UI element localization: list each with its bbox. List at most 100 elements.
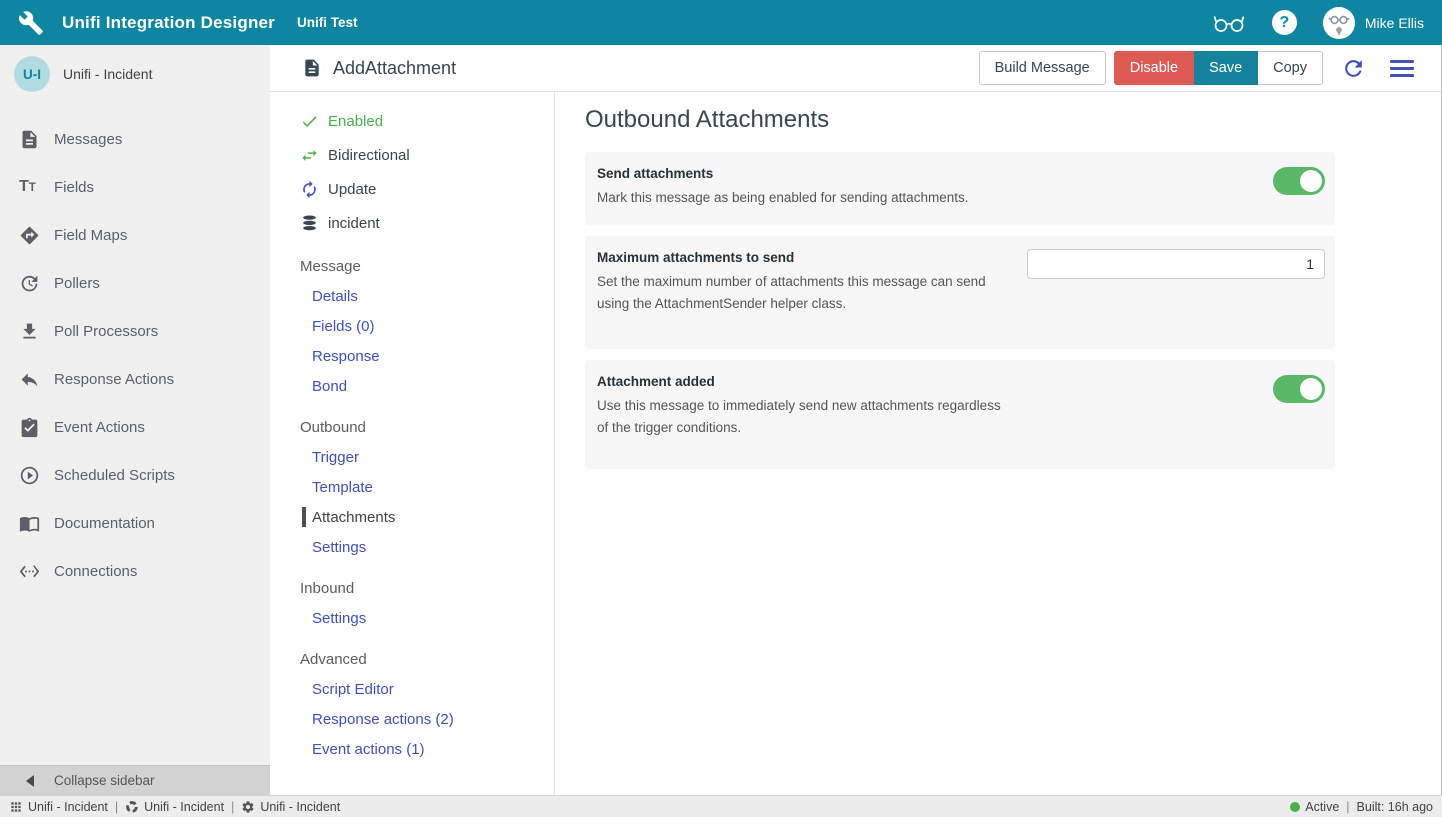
refresh-icon[interactable] (1341, 56, 1366, 81)
statusbar-app-integration[interactable]: Unifi - Incident (125, 800, 224, 814)
sidebar-item-connections[interactable]: Connections (0, 547, 270, 595)
subnav-link-trigger[interactable]: Trigger (270, 442, 554, 472)
disable-button[interactable]: Disable (1114, 51, 1194, 85)
sidebar-item-pollers[interactable]: Pollers (0, 259, 270, 307)
subnav-link-details[interactable]: Details (270, 281, 554, 311)
sidebar-item-label: Messages (54, 131, 122, 148)
subnav-link-inbound-settings[interactable]: Settings (270, 603, 554, 633)
message-subnav: Enabled Bidirectional Update incident Me… (270, 92, 555, 795)
subnav-section-inbound: Inbound (270, 573, 554, 603)
open-book-icon (19, 513, 40, 534)
check-icon (300, 112, 319, 131)
database-icon (300, 214, 319, 233)
setting-label: Send attachments (597, 166, 1319, 181)
download-icon (19, 321, 40, 342)
sidebar: U-I Unifi - Incident Messages TT Fields … (0, 45, 270, 795)
main-content: Outbound Attachments Send attachments Ma… (555, 92, 1442, 795)
sidebar-item-label: Connections (54, 563, 137, 580)
sidebar-menu: Messages TT Fields Field Maps Pollers Po… (0, 115, 270, 595)
collapse-sidebar-label: Collapse sidebar (54, 773, 155, 788)
build-message-button[interactable]: Build Message (979, 51, 1106, 85)
built-label: Built: 16h ago (1357, 800, 1433, 814)
subnav-link-event-actions[interactable]: Event actions (1) (270, 734, 554, 764)
subnav-link-response-actions[interactable]: Response actions (2) (270, 704, 554, 734)
sidebar-item-label: Event Actions (54, 419, 145, 436)
message-document-icon (302, 58, 322, 78)
collapse-left-icon (26, 775, 34, 787)
statusbar-app-label: Unifi - Incident (28, 800, 108, 814)
setting-card-max-attachments: Maximum attachments to send Set the maxi… (585, 236, 1335, 349)
separator: | (1346, 800, 1349, 814)
integration-name: Unifi - Incident (63, 66, 152, 82)
status-table-incident[interactable]: incident (270, 206, 554, 240)
user-name[interactable]: Mike Ellis (1365, 15, 1424, 31)
sidebar-item-event-actions[interactable]: Event Actions (0, 403, 270, 451)
subnav-section-message: Message (270, 251, 554, 281)
max-attachments-input[interactable] (1027, 249, 1325, 279)
sidebar-item-label: Field Maps (54, 227, 127, 244)
clipboard-check-icon (19, 417, 40, 438)
typography-icon: TT (19, 178, 40, 196)
content-title: Outbound Attachments (585, 106, 1412, 134)
setting-card-send-attachments: Send attachments Mark this message as be… (585, 152, 1335, 225)
connections-icon (19, 561, 40, 582)
page-title: AddAttachment (333, 58, 456, 79)
play-circle-icon (19, 465, 40, 486)
statusbar-app-grid[interactable]: Unifi - Incident (9, 800, 108, 814)
glasses-icon[interactable] (1212, 12, 1246, 34)
subnav-section-outbound: Outbound (270, 412, 554, 442)
integration-avatar: U-I (14, 56, 50, 92)
attachment-added-toggle[interactable] (1273, 375, 1325, 403)
save-button[interactable]: Save (1194, 51, 1258, 85)
user-avatar[interactable] (1323, 7, 1355, 39)
subnav-link-attachments[interactable]: Attachments (270, 502, 554, 532)
setting-description: Mark this message as being enabled for s… (597, 187, 1007, 209)
subnav-link-outbound-settings[interactable]: Settings (270, 532, 554, 562)
reply-arrow-icon (19, 369, 40, 390)
integration-header[interactable]: U-I Unifi - Incident (0, 45, 270, 103)
sidebar-item-field-maps[interactable]: Field Maps (0, 211, 270, 259)
sidebar-item-response-actions[interactable]: Response Actions (0, 355, 270, 403)
setting-description: Set the maximum number of attachments th… (597, 271, 1007, 315)
sidebar-item-documentation[interactable]: Documentation (0, 499, 270, 547)
topbar: Unifi Integration Designer Unifi Test ? … (0, 0, 1442, 45)
statusbar-app-settings[interactable]: Unifi - Incident (241, 800, 340, 814)
grid-icon (9, 800, 23, 814)
subnav-link-fields[interactable]: Fields (0) (270, 311, 554, 341)
setting-description: Use this message to immediately send new… (597, 395, 1007, 439)
document-icon (19, 129, 40, 150)
status-update[interactable]: Update (270, 172, 554, 206)
separator: | (231, 800, 234, 814)
collapse-sidebar-button[interactable]: Collapse sidebar (0, 765, 270, 795)
environment-name[interactable]: Unifi Test (297, 15, 358, 30)
sidebar-item-poll-processors[interactable]: Poll Processors (0, 307, 270, 355)
statusbar-app-label: Unifi - Incident (144, 800, 224, 814)
swap-arrows-icon (300, 146, 319, 165)
copy-button[interactable]: Copy (1258, 51, 1323, 85)
sidebar-item-label: Poll Processors (54, 323, 158, 340)
sidebar-item-fields[interactable]: TT Fields (0, 163, 270, 211)
sidebar-item-label: Pollers (54, 275, 100, 292)
clock-refresh-icon (19, 273, 40, 294)
subnav-link-bond[interactable]: Bond (270, 371, 554, 401)
subnav-link-response[interactable]: Response (270, 341, 554, 371)
menu-icon[interactable] (1390, 60, 1414, 77)
sidebar-item-messages[interactable]: Messages (0, 115, 270, 163)
sidebar-item-scheduled-scripts[interactable]: Scheduled Scripts (0, 451, 270, 499)
status-label: Bidirectional (328, 147, 410, 164)
wrench-icon (18, 10, 44, 36)
diamond-arrow-icon (19, 225, 40, 246)
setting-label: Attachment added (597, 374, 1319, 389)
sidebar-item-label: Scheduled Scripts (54, 467, 175, 484)
sidebar-item-label: Documentation (54, 515, 155, 532)
status-bidirectional[interactable]: Bidirectional (270, 138, 554, 172)
status-label: Update (328, 181, 376, 198)
send-attachments-toggle[interactable] (1273, 167, 1325, 195)
subnav-link-template[interactable]: Template (270, 472, 554, 502)
help-icon[interactable]: ? (1272, 10, 1297, 35)
statusbar-app-label: Unifi - Incident (260, 800, 340, 814)
status-enabled[interactable]: Enabled (270, 104, 554, 138)
subnav-link-script-editor[interactable]: Script Editor (270, 674, 554, 704)
statusbar: Unifi - Incident | Unifi - Incident | Un… (0, 795, 1442, 817)
workarea: AddAttachment Build Message Disable Save… (270, 45, 1442, 795)
